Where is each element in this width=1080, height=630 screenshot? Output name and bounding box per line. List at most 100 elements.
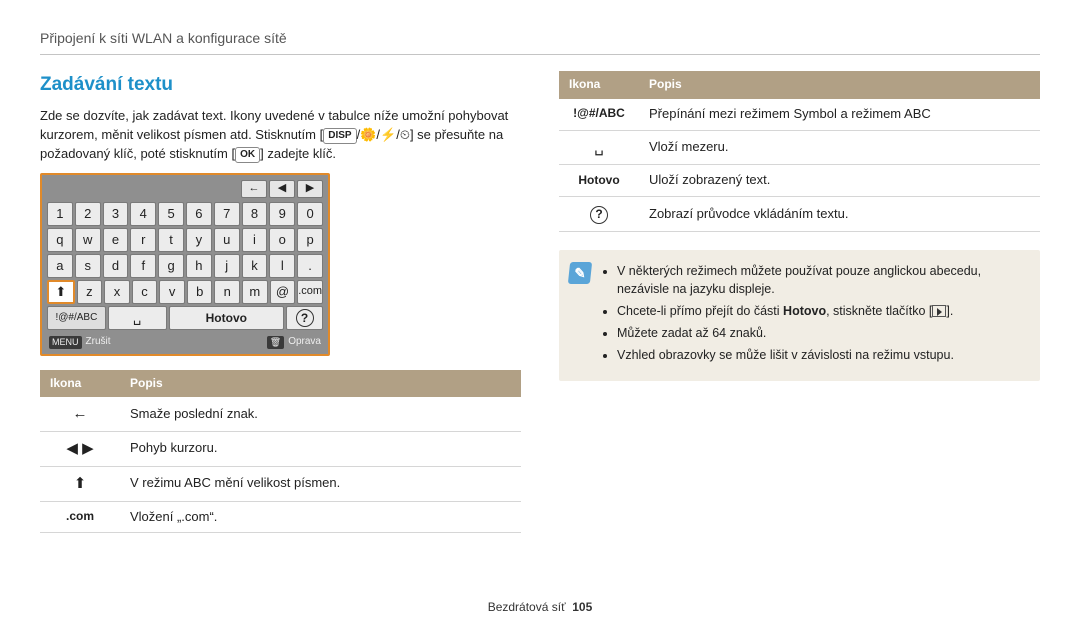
backspace-icon: ← [40, 397, 120, 431]
key-w[interactable]: w [75, 228, 101, 252]
footer-section: Bezdrátová síť [488, 600, 566, 614]
key-3[interactable]: 3 [103, 202, 129, 226]
table-row: !@#/ABC Přepínání mezi režimem Symbol a … [559, 99, 1040, 130]
key-dotcom[interactable]: .com [297, 280, 323, 304]
key-2[interactable]: 2 [75, 202, 101, 226]
table-row: ← Smaže poslední znak. [40, 397, 521, 431]
note-bullet: V některých režimech můžete používat pou… [617, 262, 1026, 298]
cursor-move-icon: ◀ ▶ [40, 432, 120, 467]
t-bold: Hotovo [783, 304, 826, 318]
key-1[interactable]: 1 [47, 202, 73, 226]
kbd-menu-tag: MENU [49, 336, 82, 349]
key-u[interactable]: u [214, 228, 240, 252]
intro-text: Zde se dozvíte, jak zadávat text. Ikony … [40, 107, 521, 164]
play-icon [932, 305, 946, 317]
table-row: ␣ Vloží mezeru. [559, 130, 1040, 165]
desc: Vloží mezeru. [639, 130, 1040, 165]
dotcom-icon: .com [40, 501, 120, 533]
key-o[interactable]: o [269, 228, 295, 252]
key-6[interactable]: 6 [186, 202, 212, 226]
key-z[interactable]: z [77, 280, 103, 304]
key-l[interactable]: l [269, 254, 295, 278]
disp-chip: DISP [323, 128, 356, 145]
key-v[interactable]: v [159, 280, 185, 304]
intro-b: / [357, 127, 361, 142]
key-7[interactable]: 7 [214, 202, 240, 226]
intro-f: ] zadejte klíč. [260, 146, 336, 161]
note-bullet: Můžete zadat až 64 znaků. [617, 324, 1026, 342]
key-f[interactable]: f [130, 254, 156, 278]
key-d[interactable]: d [103, 254, 129, 278]
shift-icon: ⬆ [40, 466, 120, 501]
key-mode-switch[interactable]: !@#/ABC [47, 306, 106, 330]
key-h[interactable]: h [186, 254, 212, 278]
key-i[interactable]: i [242, 228, 268, 252]
key-k[interactable]: k [242, 254, 268, 278]
key-c[interactable]: c [132, 280, 158, 304]
key-shift[interactable]: ⬆ [47, 280, 75, 304]
desc: Zobrazí průvodce vkládáním textu. [639, 197, 1040, 232]
key-help[interactable]: ? [286, 306, 323, 330]
note-bullet: Vzhled obrazovky se může lišit v závislo… [617, 346, 1026, 364]
key-q[interactable]: q [47, 228, 73, 252]
desc: V režimu ABC mění velikost písmen. [120, 466, 521, 501]
key-done[interactable]: Hotovo [169, 306, 285, 330]
section-title: Zadávání textu [40, 71, 521, 99]
kbd-cursor-right[interactable]: ▶ [297, 180, 323, 198]
key-4[interactable]: 4 [130, 202, 156, 226]
page-footer: Bezdrátová síť 105 [0, 599, 1080, 616]
th-icon: Ikona [559, 71, 639, 98]
key-space[interactable]: ␣ [108, 306, 167, 330]
mode-switch-icon: !@#/ABC [559, 99, 639, 130]
key-a[interactable]: a [47, 254, 73, 278]
key-t[interactable]: t [158, 228, 184, 252]
table-row: .com Vložení „.com“. [40, 501, 521, 533]
onscreen-keyboard: ← ◀ ▶ 1 2 3 4 5 6 7 8 9 0 [40, 173, 330, 356]
t: ]. [946, 304, 953, 318]
key-x[interactable]: x [104, 280, 130, 304]
key-y[interactable]: y [186, 228, 212, 252]
key-p[interactable]: p [297, 228, 323, 252]
key-5[interactable]: 5 [158, 202, 184, 226]
kbd-backspace[interactable]: ← [241, 180, 267, 198]
th-desc: Popis [120, 370, 521, 397]
desc: Vložení „.com“. [120, 501, 521, 533]
icon-table-left: Ikona Popis ← Smaže poslední znak. ◀ ▶ P… [40, 370, 521, 533]
note-box: ✎ V některých režimech můžete používat p… [559, 250, 1040, 381]
kbd-cursor-left[interactable]: ◀ [269, 180, 295, 198]
note-icon: ✎ [568, 262, 592, 284]
key-r[interactable]: r [130, 228, 156, 252]
table-row: Hotovo Uloží zobrazený text. [559, 165, 1040, 197]
desc: Přepínání mezi režimem Symbol a režimem … [639, 99, 1040, 130]
desc: Uloží zobrazený text. [639, 165, 1040, 197]
key-n[interactable]: n [214, 280, 240, 304]
question-icon: ? [296, 309, 314, 327]
icon-table-right: Ikona Popis !@#/ABC Přepínání mezi režim… [559, 71, 1040, 232]
key-9[interactable]: 9 [269, 202, 295, 226]
key-8[interactable]: 8 [242, 202, 268, 226]
desc: Smaže poslední znak. [120, 397, 521, 431]
help-icon: ? [590, 206, 608, 224]
key-dot[interactable]: . [297, 254, 323, 278]
kbd-cancel-label: Zrušit [86, 335, 111, 350]
key-s[interactable]: s [75, 254, 101, 278]
done-icon: Hotovo [559, 165, 639, 197]
t: , stiskněte tlačítko [ [826, 304, 932, 318]
key-0[interactable]: 0 [297, 202, 323, 226]
th-icon: Ikona [40, 370, 120, 397]
table-row: ? Zobrazí průvodce vkládáním textu. [559, 197, 1040, 232]
key-b[interactable]: b [187, 280, 213, 304]
table-row: ⬆ V režimu ABC mění velikost písmen. [40, 466, 521, 501]
intro-d: / [396, 127, 400, 142]
key-m[interactable]: m [242, 280, 268, 304]
desc: Pohyb kurzoru. [120, 432, 521, 467]
key-j[interactable]: j [214, 254, 240, 278]
th-desc: Popis [639, 71, 1040, 98]
note-bullet: Chcete-li přímo přejít do části Hotovo, … [617, 302, 1026, 320]
key-at[interactable]: @ [270, 280, 296, 304]
help-icon-cell: ? [559, 197, 639, 232]
key-g[interactable]: g [158, 254, 184, 278]
t: Chcete-li přímo přejít do části [617, 304, 783, 318]
space-icon: ␣ [559, 130, 639, 165]
key-e[interactable]: e [103, 228, 129, 252]
